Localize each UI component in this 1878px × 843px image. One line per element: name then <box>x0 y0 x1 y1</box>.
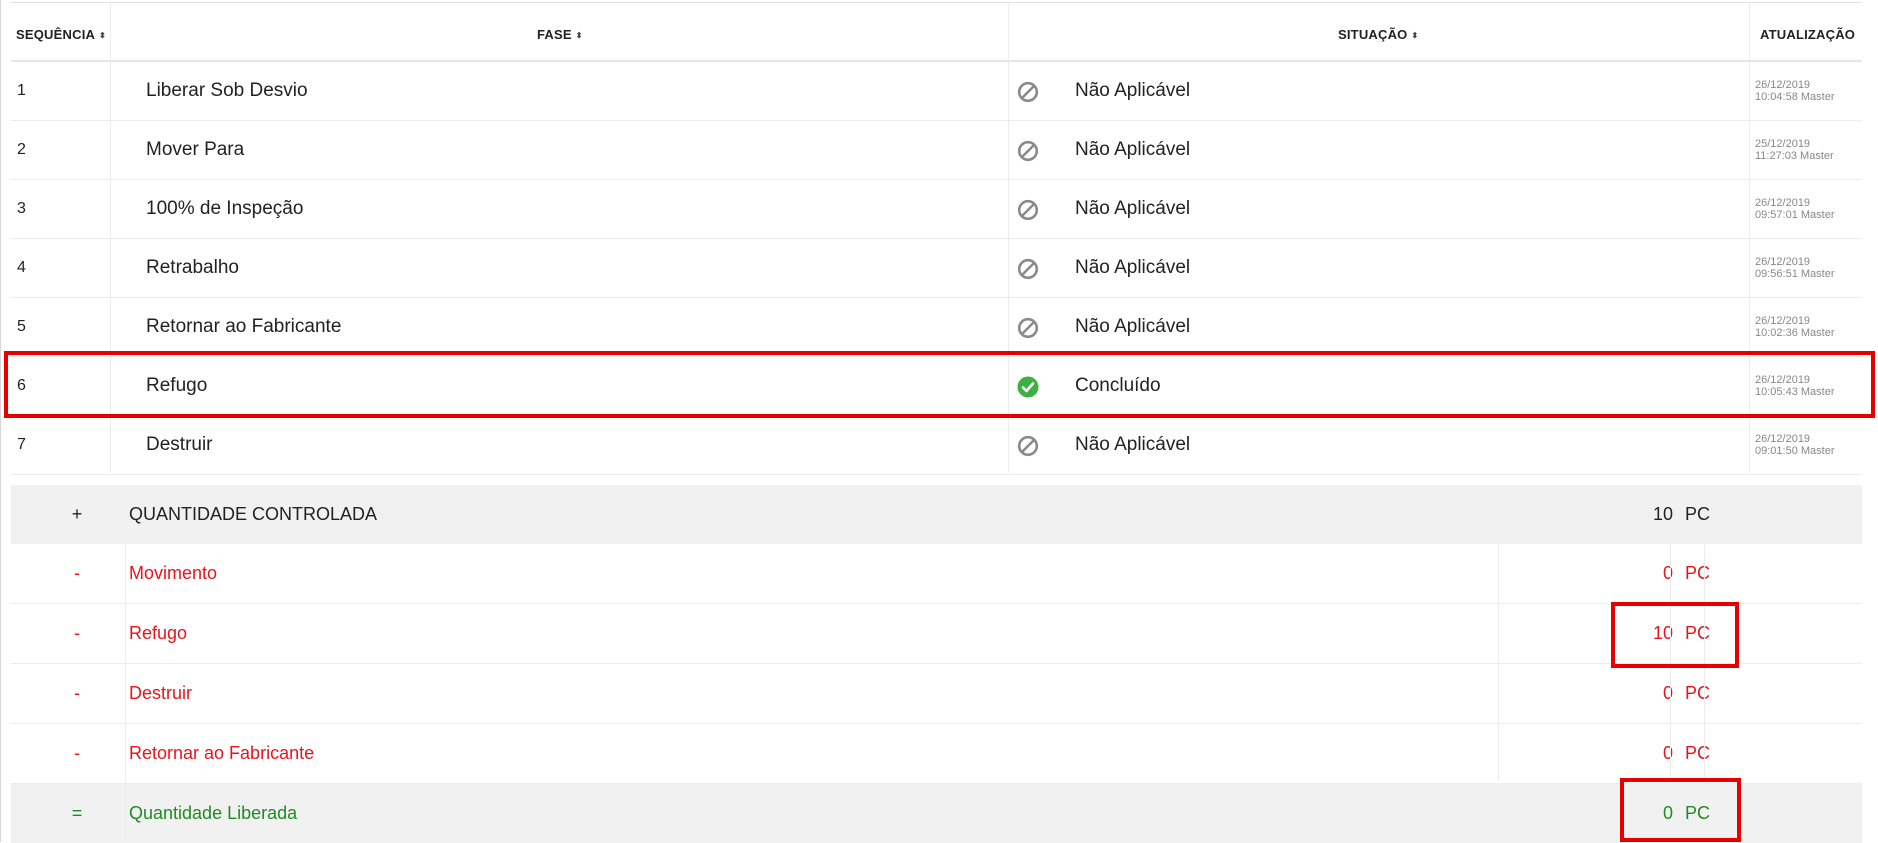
table-row[interactable]: 3 100% de Inspeção Não Aplicável 26/12/2019… <box>11 180 1862 239</box>
table-row[interactable]: 5 Retornar ao Fabricante Não Aplicável 26/1… <box>11 298 1862 357</box>
row-updated-time-user: 11:27:03 Master <box>1755 150 1834 162</box>
quantity-label: Destruir <box>129 683 193 703</box>
quantity-label: QUANTIDADE CONTROLADA <box>129 504 378 524</box>
sort-icon: ⬍ <box>575 31 583 40</box>
highlight-refugo-quantity <box>1611 602 1739 668</box>
row-sequence: 4 <box>17 259 26 276</box>
blocked-icon <box>1017 317 1039 339</box>
row-updated-time-user: 09:56:51 Master <box>1755 268 1835 280</box>
row-updated-time-user: 09:57:01 Master <box>1755 209 1835 221</box>
row-status: Não Aplicável <box>1075 139 1191 160</box>
quantity-operator: - <box>74 743 80 763</box>
quantity-row: + QUANTIDADE CONTROLADA 10 PC <box>11 485 1862 544</box>
row-sequence: 1 <box>17 82 26 99</box>
row-updated-date: 26/12/2019 <box>1755 256 1811 268</box>
quantity-value: 0 <box>1662 563 1673 583</box>
row-updated: 26/12/2019 10:02:36 Master <box>1755 315 1835 339</box>
quantities-body: + QUANTIDADE CONTROLADA 10 PC - Movimento 0 PC -… <box>11 485 1862 843</box>
row-status: Não Aplicável <box>1075 434 1191 455</box>
quantity-label: Quantidade Liberada <box>129 803 298 823</box>
blocked-icon <box>1017 140 1039 162</box>
blocked-icon <box>1017 258 1039 280</box>
row-phase: Liberar Sob Desvio <box>146 80 308 101</box>
table-row[interactable]: 2 Mover Para Não Aplicável 25/12/2019 11:27:… <box>11 121 1862 180</box>
table-row[interactable]: 7 Destruir Não Aplicável 26/12/2019 09:01:50… <box>11 416 1862 475</box>
row-status: Não Aplicável <box>1075 257 1191 278</box>
header-sequence-label: SEQUÊNCIA <box>16 27 96 42</box>
header-status-label: SITUAÇÃO <box>1338 27 1408 42</box>
quantity-operator: - <box>74 623 80 643</box>
quantity-unit: PC <box>1685 504 1711 524</box>
phases-panel: SEQUÊNCIA ⬍ FASE ⬍ SITUAÇÃO ⬍ ATUALIZAÇÃO 1… <box>0 0 1878 843</box>
quantity-row: - Refugo 10 PC <box>11 604 1862 664</box>
blocked-icon <box>1017 199 1039 221</box>
row-phase: Retornar ao Fabricante <box>146 316 342 337</box>
sort-icon: ⬍ <box>1411 31 1419 40</box>
row-sequence: 5 <box>17 318 26 335</box>
row-updated-date: 26/12/2019 <box>1755 433 1811 445</box>
sort-icon: ⬍ <box>99 31 106 40</box>
row-updated: 26/12/2019 10:04:58 Master <box>1755 79 1835 103</box>
highlight-row-refugo <box>4 351 1875 418</box>
table-row[interactable]: 1 Liberar Sob Desvio Não Aplicável 26/12/20… <box>11 62 1862 121</box>
quantity-row: = Quantidade Liberada 0 PC <box>11 784 1862 843</box>
row-status: Não Aplicável <box>1075 198 1191 219</box>
row-status: Não Aplicável <box>1075 80 1191 101</box>
quantity-operator: + <box>71 504 83 524</box>
row-updated-date: 26/12/2019 <box>1755 315 1811 327</box>
row-status: Não Aplicável <box>1075 316 1191 337</box>
row-sequence: 7 <box>17 436 26 453</box>
quantities-table: + QUANTIDADE CONTROLADA 10 PC - Movimento 0 PC -… <box>11 485 1862 843</box>
blocked-icon <box>1017 81 1039 103</box>
header-phase-label: FASE <box>537 27 572 42</box>
header-sequence[interactable]: SEQUÊNCIA ⬍ <box>16 3 106 60</box>
left-border <box>0 0 1 842</box>
table-header: SEQUÊNCIA ⬍ FASE ⬍ SITUAÇÃO ⬍ ATUALIZAÇÃO <box>11 3 1862 62</box>
quantity-row: - Retornar ao Fabricante 0 PC <box>11 724 1862 784</box>
row-updated-date: 25/12/2019 <box>1755 138 1811 150</box>
column-divider <box>125 544 126 839</box>
blocked-icon <box>1017 435 1039 457</box>
quantity-operator: - <box>74 563 80 583</box>
row-phase: 100% de Inspeção <box>146 198 304 219</box>
row-updated: 25/12/2019 11:27:03 Master <box>1755 138 1834 162</box>
quantity-label: Movimento <box>129 563 218 583</box>
header-status[interactable]: SITUAÇÃO ⬍ <box>1338 3 1418 60</box>
row-updated-time-user: 09:01:50 Master <box>1755 445 1835 457</box>
header-updated-label: ATUALIZAÇÃO <box>1760 27 1856 42</box>
row-updated: 26/12/2019 09:01:50 Master <box>1755 433 1835 457</box>
row-updated: 26/12/2019 09:57:01 Master <box>1755 197 1835 221</box>
row-updated-date: 26/12/2019 <box>1755 197 1811 209</box>
quantity-label: Refugo <box>129 623 188 643</box>
row-updated: 26/12/2019 09:56:51 Master <box>1755 256 1835 280</box>
row-phase: Destruir <box>146 434 213 455</box>
quantity-value: 0 <box>1662 743 1673 763</box>
quantity-operator: - <box>74 683 80 703</box>
row-phase: Mover Para <box>146 139 245 160</box>
row-updated-date: 26/12/2019 <box>1755 79 1811 91</box>
row-updated-time-user: 10:04:58 Master <box>1755 91 1835 103</box>
row-updated-time-user: 10:02:36 Master <box>1755 327 1835 339</box>
highlight-released-quantity <box>1620 778 1741 842</box>
quantity-row: - Destruir 0 PC <box>11 664 1862 724</box>
quantity-label: Retornar ao Fabricante <box>129 743 315 763</box>
column-divider <box>1498 544 1499 780</box>
table-row[interactable]: 4 Retrabalho Não Aplicável 26/12/2019 09:56:… <box>11 239 1862 298</box>
quantity-value: 10 <box>1652 504 1673 524</box>
row-sequence: 3 <box>17 200 26 217</box>
header-updated[interactable]: ATUALIZAÇÃO <box>1760 3 1855 60</box>
row-sequence: 2 <box>17 141 26 158</box>
quantity-row: - Movimento 0 PC <box>11 544 1862 604</box>
quantity-operator: = <box>71 803 83 823</box>
header-phase[interactable]: FASE ⬍ <box>537 3 583 60</box>
row-phase: Retrabalho <box>146 257 239 278</box>
quantity-value: 0 <box>1662 683 1673 703</box>
